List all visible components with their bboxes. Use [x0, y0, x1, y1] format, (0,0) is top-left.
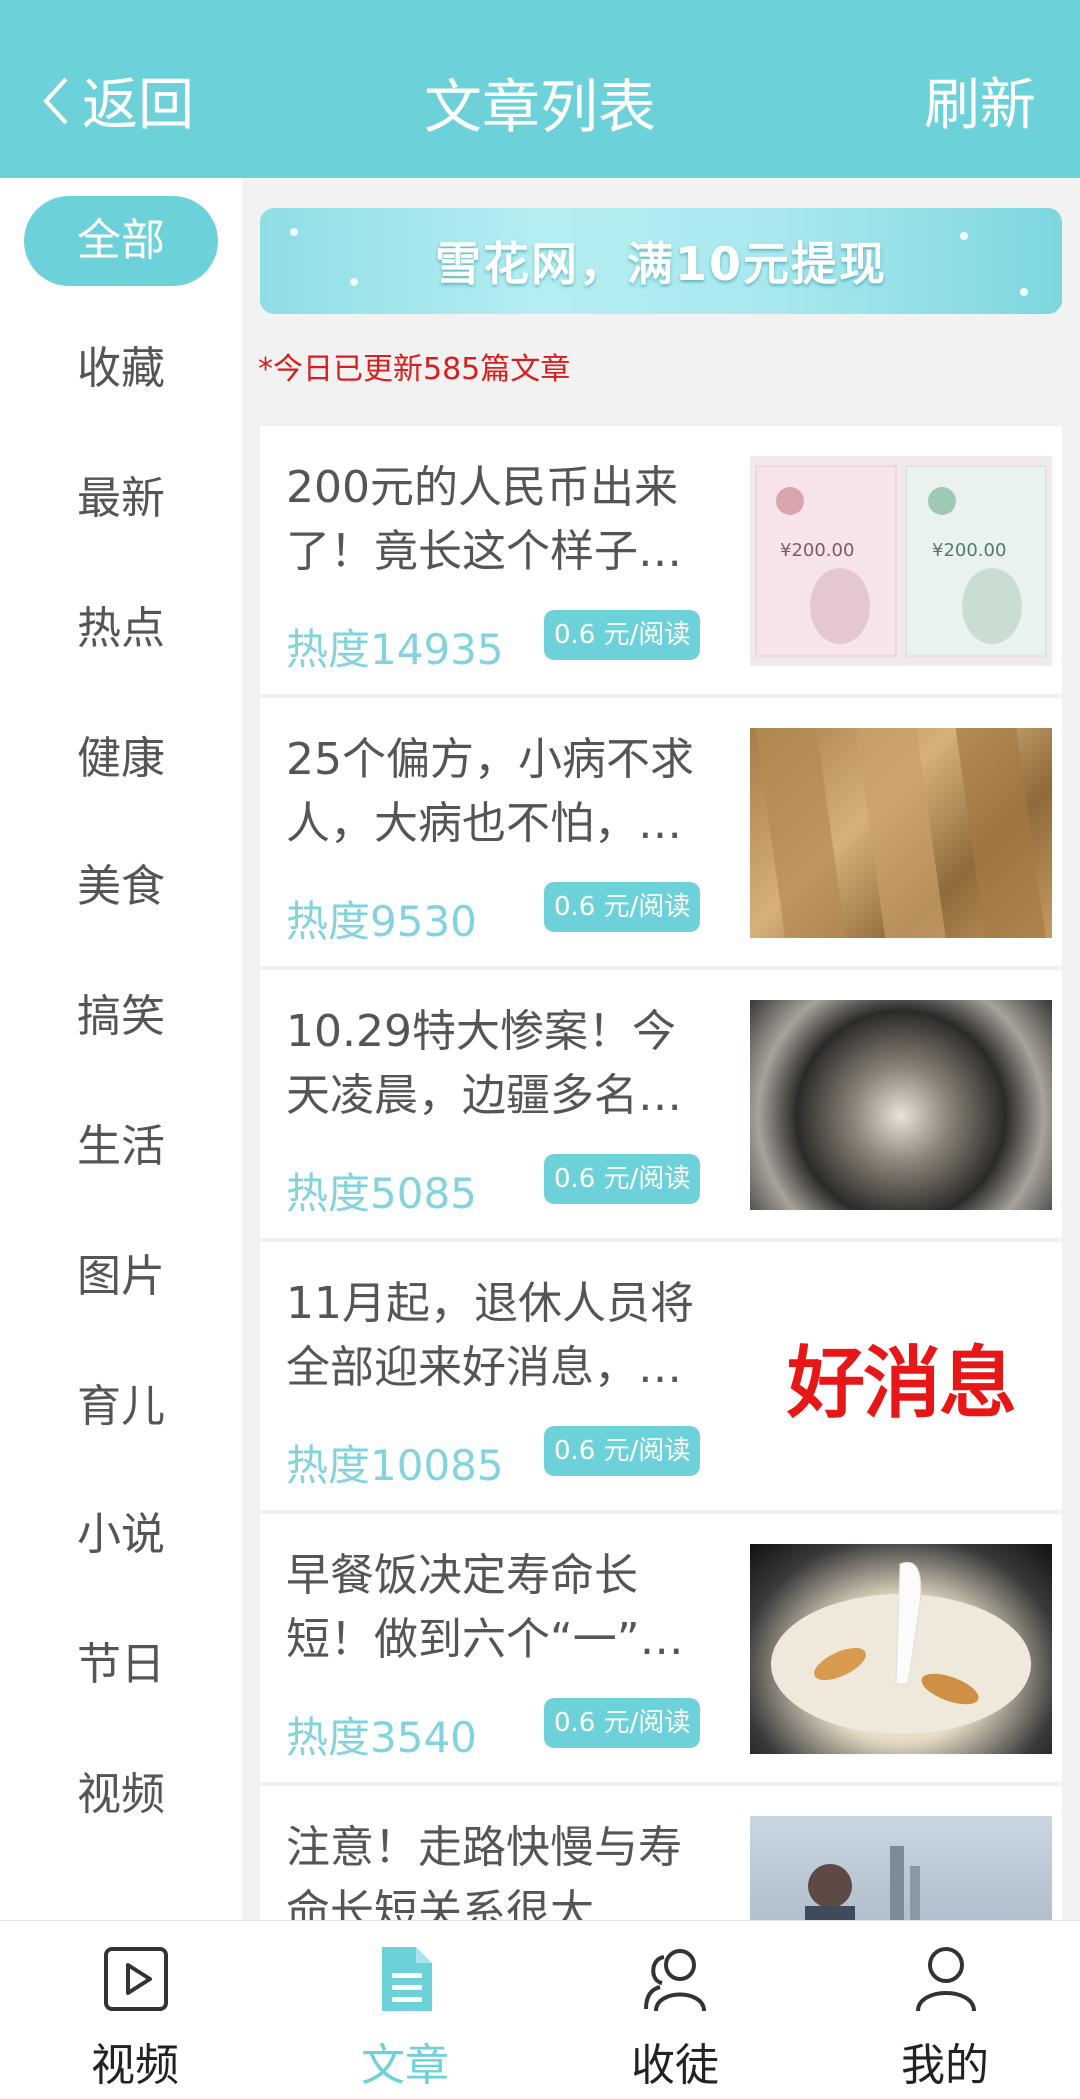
article-title: 早餐饭决定寿命长短！做到六个“一”，活过九十九	[286, 1550, 684, 1665]
reward-rate-badge: 0.6 元/阅读	[544, 1154, 701, 1204]
category-video[interactable]: 视频	[24, 1750, 218, 1840]
nav-label: 视频	[91, 2040, 179, 2091]
update-count-note: *今日已更新585篇文章	[258, 352, 571, 387]
back-label: 返回	[82, 73, 194, 138]
article-item[interactable]: 注意！走路快慢与寿命长短关系很大	[260, 1786, 1062, 1920]
sparkle-decoration	[350, 278, 358, 286]
nav-label: 我的	[901, 2040, 989, 2091]
users-icon	[644, 1949, 706, 2012]
category-latest[interactable]: 最新	[24, 454, 218, 544]
article-title: 25个偏方，小病不求人，大病也不怕，收藏起来	[286, 734, 694, 849]
sparkle-decoration	[960, 232, 968, 240]
document-icon	[382, 1947, 432, 2011]
article-thumbnail	[750, 728, 1052, 938]
banknote-amount-left: ¥200.00	[780, 540, 854, 561]
heat-count: 热度5085	[286, 1169, 477, 1218]
heat-count: 热度10085	[286, 1441, 504, 1490]
category-life[interactable]: 生活	[24, 1102, 218, 1192]
reward-rate-badge: 0.6 元/阅读	[544, 1698, 701, 1748]
article-item[interactable]: 早餐饭决定寿命长短！做到六个“一”，活过九十九 热度3540 0.6 元/阅读	[260, 1514, 1062, 1782]
nav-articles[interactable]: 文章	[270, 1921, 540, 2099]
article-title: 11月起，退休人员将全部迎来好消息，速看	[286, 1278, 694, 1393]
nav-label: 收徒	[631, 2040, 719, 2091]
category-pictures[interactable]: 图片	[24, 1232, 218, 1322]
category-favorites[interactable]: 收藏	[24, 324, 218, 414]
category-health[interactable]: 健康	[24, 714, 218, 804]
promo-banner[interactable]: 雪花网，满10元提现	[260, 208, 1062, 314]
article-item[interactable]: 200元的人民币出来了！竟长这个样子，我的天啊 热度14935 0.6 元/阅读…	[260, 426, 1062, 694]
category-food[interactable]: 美食	[24, 842, 218, 932]
header-bar: 返回 文章列表 刷新	[0, 0, 1080, 178]
nav-apprentice[interactable]: 收徒	[540, 1921, 810, 2099]
category-parenting[interactable]: 育儿	[24, 1362, 218, 1452]
nav-video[interactable]: 视频	[0, 1921, 270, 2099]
sparkle-decoration	[1020, 288, 1028, 296]
reward-rate-badge: 0.6 元/阅读	[544, 610, 701, 660]
reward-rate-badge: 0.6 元/阅读	[544, 1426, 701, 1476]
article-item[interactable]: 10.29特大惨案！今天凌晨，边疆多名群众遇难 热度5085 0.6 元/阅读	[260, 970, 1062, 1238]
article-thumbnail	[750, 1000, 1052, 1210]
category-hot[interactable]: 热点	[24, 584, 218, 674]
article-item[interactable]: 11月起，退休人员将全部迎来好消息，速看 热度10085 0.6 元/阅读 好消…	[260, 1242, 1062, 1510]
category-holiday[interactable]: 节日	[24, 1620, 218, 1710]
article-title: 200元的人民币出来了！竟长这个样子，我的天啊	[286, 462, 682, 577]
video-play-icon	[104, 1947, 168, 2011]
article-title: 10.29特大惨案！今天凌晨，边疆多名群众遇难	[286, 1006, 682, 1121]
user-icon	[916, 1947, 976, 2012]
nav-label: 文章	[361, 2040, 449, 2091]
article-thumbnail	[750, 1544, 1052, 1754]
article-title: 注意！走路快慢与寿命长短关系很大	[286, 1822, 682, 1920]
article-thumbnail	[750, 1816, 1052, 1920]
back-button[interactable]: 返回	[40, 60, 194, 141]
sparkle-decoration	[290, 228, 298, 236]
refresh-button[interactable]: 刷新	[924, 60, 1036, 141]
nav-profile[interactable]: 我的	[810, 1921, 1080, 2099]
heat-count: 热度14935	[286, 625, 504, 674]
reward-rate-badge: 0.6 元/阅读	[544, 882, 701, 932]
article-thumbnail: ¥200.00 ¥200.00	[750, 456, 1052, 666]
heat-count: 热度3540	[286, 1713, 477, 1762]
bottom-navigation: 视频 文章 收徒 我的	[0, 1920, 1080, 2099]
banknote-amount-right: ¥200.00	[932, 540, 1006, 561]
category-novel[interactable]: 小说	[24, 1490, 218, 1580]
category-sidebar: 全部 收藏 最新 热点 健康 美食 搞笑 生活 图片 育儿 小说 节日 视频	[0, 178, 242, 1920]
article-list-area: 雪花网，满10元提现 *今日已更新585篇文章 200元的人民币出来了！竟长这个…	[242, 178, 1080, 1920]
heat-count: 热度9530	[286, 897, 477, 946]
thumbnail-text: 好消息	[786, 1339, 1017, 1429]
article-thumbnail: 好消息	[750, 1272, 1052, 1482]
article-item[interactable]: 25个偏方，小病不求人，大病也不怕，收藏起来 热度9530 0.6 元/阅读	[260, 698, 1062, 966]
category-funny[interactable]: 搞笑	[24, 972, 218, 1062]
banner-text: 雪花网，满10元提现	[434, 237, 887, 291]
chevron-left-icon	[43, 77, 68, 124]
category-all[interactable]: 全部	[24, 196, 218, 286]
